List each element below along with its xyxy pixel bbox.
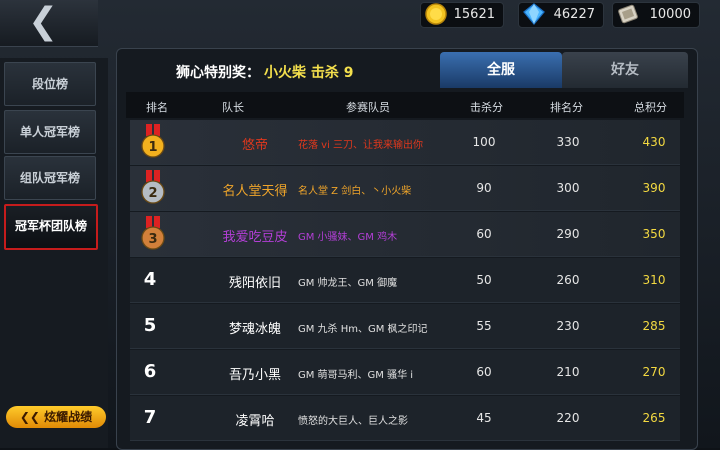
team-members: 名人堂 Z 剑白、丶小火柴 — [298, 186, 412, 197]
diamond-icon — [523, 3, 545, 26]
tab-server[interactable]: 全服 — [440, 52, 562, 88]
ticket-resource: 10000 — [612, 2, 700, 28]
table-row: 6 吾乃小黑 GM 萌哥马利、GM 骚华 i 60 210 270 — [130, 350, 680, 395]
total-score: 350 — [642, 227, 666, 241]
back-button[interactable]: ❮ — [0, 0, 98, 47]
kill-score: 60 — [476, 227, 492, 241]
gold-value: 15621 — [453, 7, 495, 22]
sidebar-item-division[interactable]: 段位榜 — [4, 62, 96, 106]
rank-medal-icon: 2 — [141, 170, 165, 204]
rank-score: 290 — [556, 227, 580, 241]
sidebar-item-team-champion[interactable]: 组队冠军榜 — [4, 156, 96, 200]
table-row: 1 悠帝 花落 vi 三刀、让我来输出你 100 330 430 — [130, 120, 680, 165]
rank-score: 210 — [556, 365, 580, 379]
total-score: 390 — [642, 181, 666, 195]
gold-coin-icon — [425, 3, 447, 25]
diamond-resource: 46227 — [518, 2, 604, 28]
table-header: 排名 队长 参赛队员 击杀分 排名分 总积分 — [126, 92, 684, 118]
award-value: 小火柴 击杀 9 — [264, 65, 354, 81]
rank-number: 7 — [143, 407, 157, 428]
rank-number: 4 — [143, 269, 157, 290]
header-kill: 击杀分 — [470, 101, 503, 114]
rank-score: 330 — [556, 135, 580, 149]
total-score: 265 — [642, 411, 666, 425]
team-members: GM 萌哥马利、GM 骚华 i — [298, 370, 414, 381]
header-rank: 排名 — [146, 101, 168, 114]
ticket-value: 10000 — [649, 7, 691, 22]
rank-number: 2 — [148, 186, 157, 201]
glory-chevron-icon: ❮❮ — [19, 410, 45, 424]
table-row: 5 梦魂冰魄 GM 九杀 Hm、GM 枫之印记 55 230 285 — [130, 304, 680, 349]
special-award: 狮心特别奖： 小火柴 击杀 9 — [176, 62, 354, 82]
table-row: 7 凌霄哈 愤怒的大巨人、巨人之影 45 220 265 — [130, 396, 680, 441]
gold-resource: 15621 — [420, 2, 504, 28]
rank-number: 3 — [148, 232, 157, 247]
table-row: 3 我爱吃豆皮 GM 小骚妹、GM 鸡木 60 290 350 — [130, 212, 680, 257]
kill-score: 100 — [472, 135, 496, 149]
rank-score: 220 — [556, 411, 580, 425]
header-total: 总积分 — [634, 101, 667, 114]
total-score: 285 — [642, 319, 666, 333]
rank-number: 1 — [148, 140, 157, 155]
table-row: 2 名人堂天得 名人堂 Z 剑白、丶小火柴 90 300 390 — [130, 166, 680, 211]
kill-score: 45 — [476, 411, 492, 425]
team-members: GM 帅龙王、GM 御魔 — [298, 278, 398, 289]
header-members: 参赛队员 — [346, 101, 390, 114]
kill-score: 60 — [476, 365, 492, 379]
total-score: 310 — [642, 273, 666, 287]
rank-medal-icon: 1 — [141, 124, 165, 158]
kill-score: 55 — [476, 319, 492, 333]
tab-friends[interactable]: 好友 — [562, 52, 688, 88]
sidebar-item-cup-team[interactable]: 冠军杯团队榜 — [4, 204, 98, 250]
total-score: 430 — [642, 135, 666, 149]
rank-score: 300 — [556, 181, 580, 195]
award-label: 狮心特别奖： — [176, 65, 260, 81]
rank-number: 6 — [143, 361, 157, 382]
glory-label: 炫耀战绩 — [44, 410, 93, 424]
header-rank-score: 排名分 — [550, 101, 583, 114]
kill-score: 50 — [476, 273, 492, 287]
rank-score: 260 — [556, 273, 580, 287]
ticket-icon — [618, 4, 638, 24]
sidebar-item-solo-champion[interactable]: 单人冠军榜 — [4, 110, 96, 154]
team-members: 愤怒的大巨人、巨人之影 — [298, 416, 408, 427]
team-members: 花落 vi 三刀、让我来输出你 — [298, 140, 424, 151]
back-chevron-icon: ❮ — [28, 1, 59, 42]
glory-button[interactable]: ❮❮ 炫耀战绩 — [6, 406, 106, 428]
team-members: GM 九杀 Hm、GM 枫之印记 — [298, 324, 428, 335]
kill-score: 90 — [476, 181, 492, 195]
team-members: GM 小骚妹、GM 鸡木 — [298, 232, 398, 243]
rank-number: 5 — [143, 315, 157, 336]
rank-medal-icon: 3 — [141, 216, 165, 250]
rank-score: 230 — [556, 319, 580, 333]
table-row: 4 残阳依旧 GM 帅龙王、GM 御魔 50 260 310 — [130, 258, 680, 303]
total-score: 270 — [642, 365, 666, 379]
diamond-value: 46227 — [553, 7, 595, 22]
header-captain: 队长 — [222, 101, 244, 114]
